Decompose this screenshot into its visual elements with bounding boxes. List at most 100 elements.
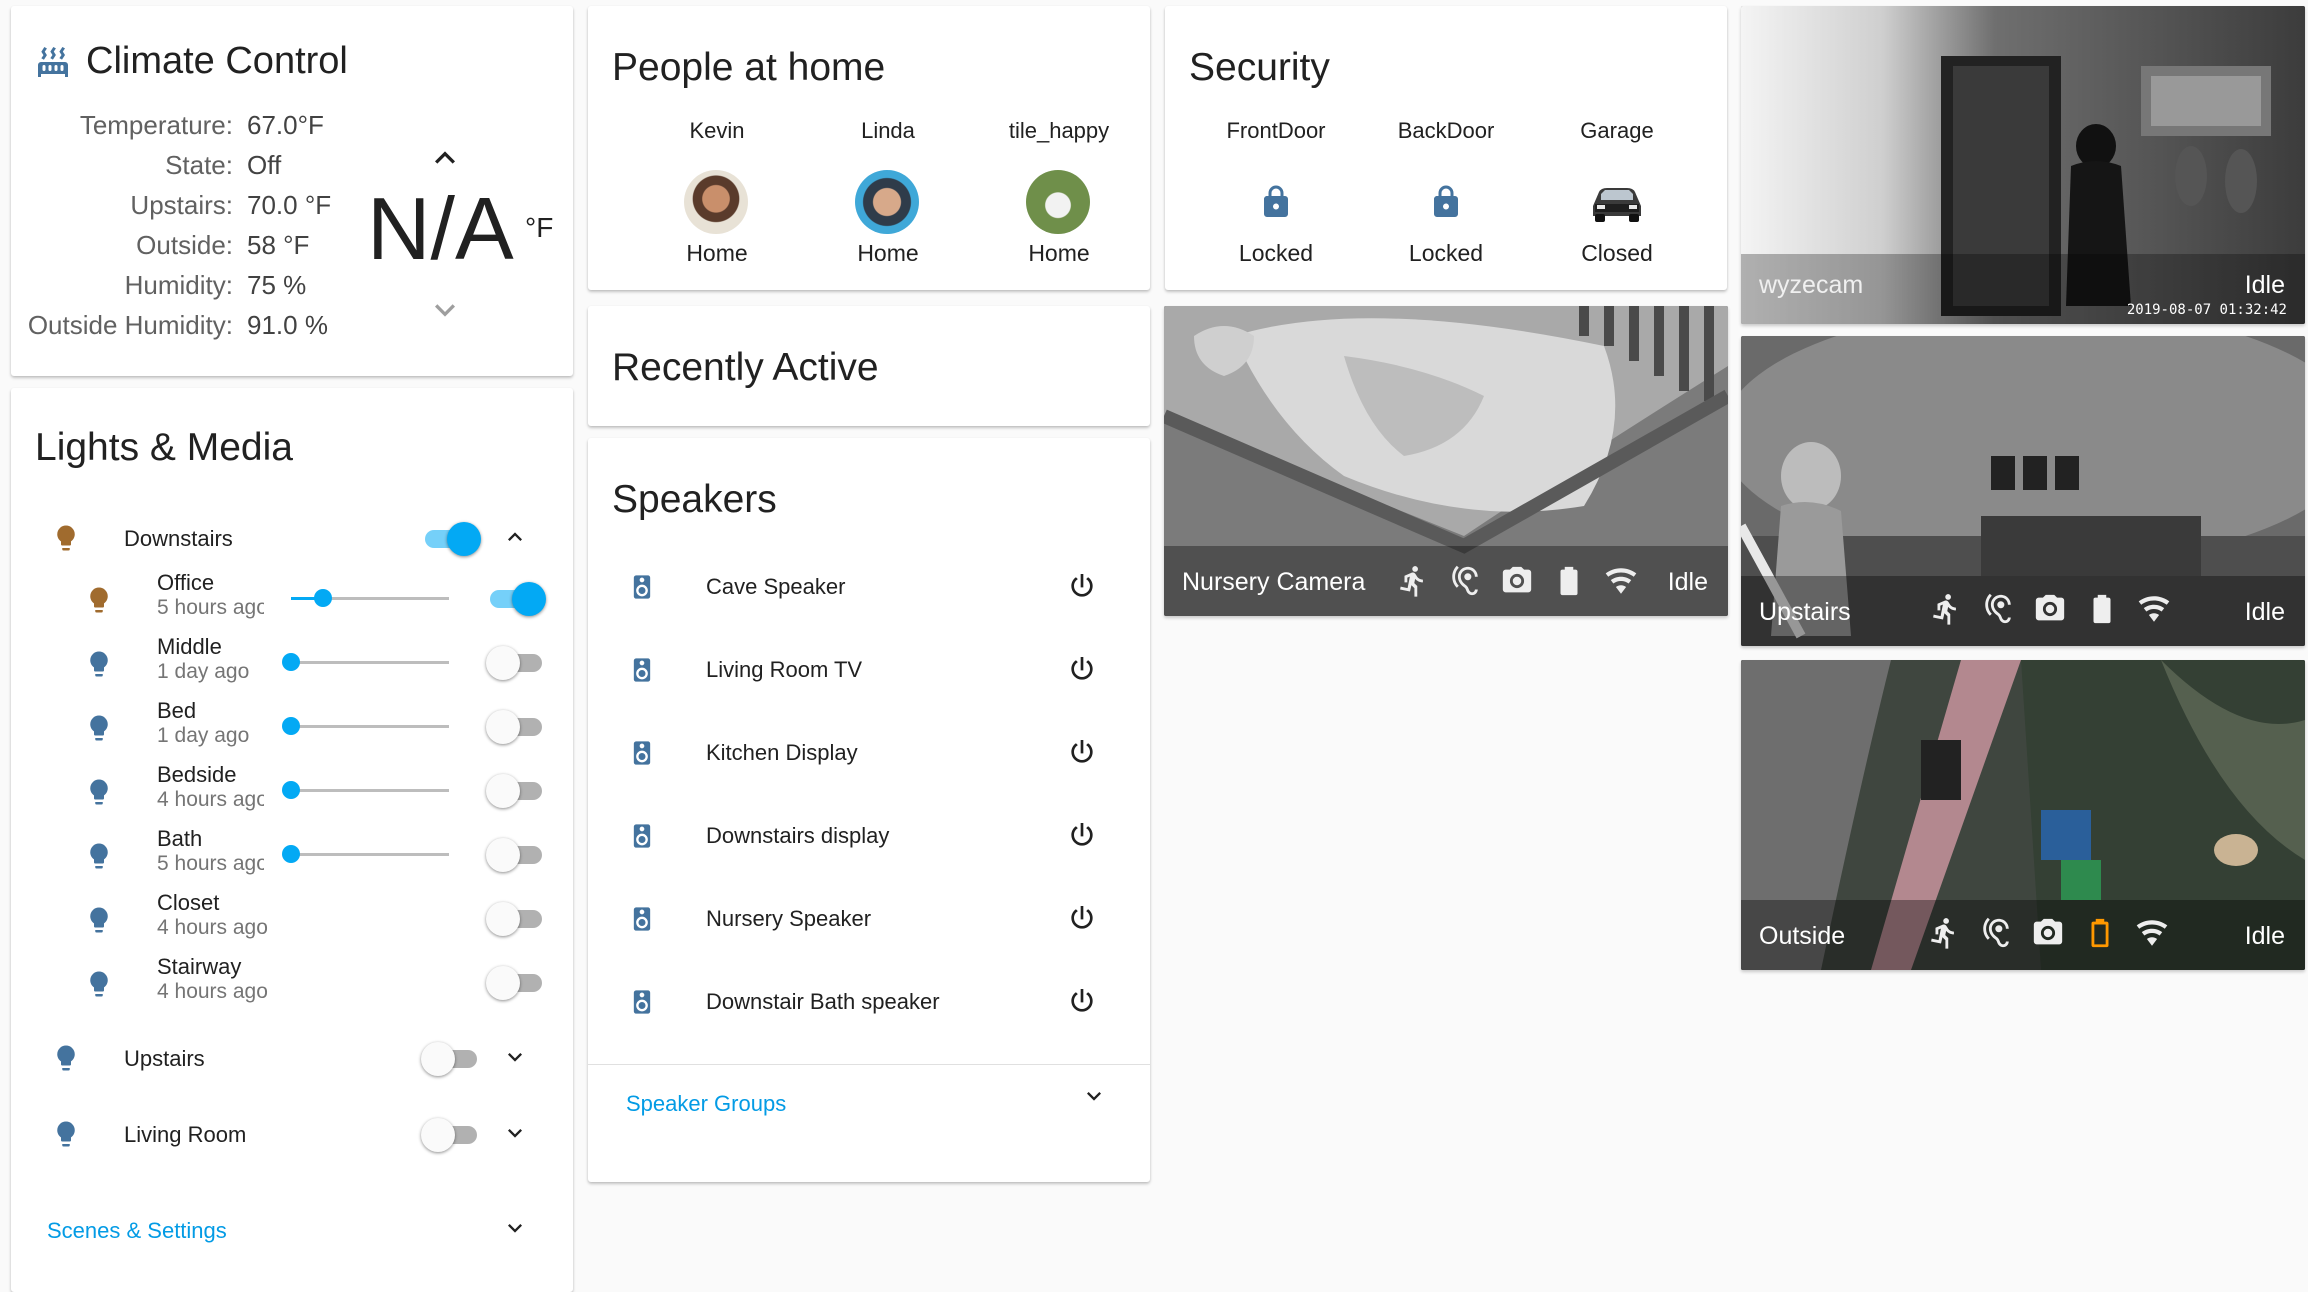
- garage-door[interactable]: Garage Closed: [1532, 118, 1702, 278]
- group-row-living-room[interactable]: Living Room: [11, 1102, 573, 1164]
- speaker-row[interactable]: Nursery Speaker: [588, 880, 1150, 963]
- power-icon[interactable]: [1066, 653, 1098, 685]
- camera-nursery[interactable]: Nursery Camera Idle: [1164, 306, 1728, 616]
- wifi-icon[interactable]: [2135, 916, 2169, 950]
- light-row-closet: Closet 4 hours ago: [11, 888, 573, 950]
- light-toggle-stairway[interactable]: [486, 962, 546, 1002]
- camera-upstairs[interactable]: Upstairs Idle: [1741, 336, 2305, 646]
- speaker-row[interactable]: Kitchen Display: [588, 714, 1150, 797]
- bulb-icon[interactable]: [84, 644, 114, 684]
- group-toggle-downstairs[interactable]: [421, 518, 481, 558]
- chevron-down-icon[interactable]: [425, 290, 465, 330]
- entity-name: Garage: [1580, 118, 1654, 143]
- power-icon[interactable]: [1066, 819, 1098, 851]
- brightness-knob[interactable]: [282, 717, 300, 735]
- speaker-groups-link[interactable]: Speaker Groups: [626, 1091, 786, 1117]
- brightness-knob[interactable]: [314, 589, 332, 607]
- light-name: Stairway: [157, 954, 242, 979]
- bulb-icon[interactable]: [84, 836, 114, 876]
- brightness-slider[interactable]: [291, 853, 449, 856]
- speaker-icon: [633, 658, 651, 682]
- camera-controls: [1396, 564, 1638, 598]
- camera-wyzecam[interactable]: wyzecam Idle 2019-08-07 01:32:42: [1741, 6, 2305, 324]
- avatar[interactable]: [684, 170, 748, 234]
- speaker-row[interactable]: Downstair Bath speaker: [588, 963, 1150, 1046]
- battery-icon[interactable]: [2085, 592, 2119, 626]
- bulb-icon[interactable]: [84, 772, 114, 812]
- light-name: Office: [157, 570, 215, 595]
- camera-name: wyzecam: [1759, 271, 1864, 299]
- brightness-slider[interactable]: [291, 789, 449, 792]
- wifi-icon[interactable]: [2137, 592, 2171, 626]
- sound-icon[interactable]: [1979, 916, 2013, 950]
- light-toggle-bedside[interactable]: [486, 770, 546, 810]
- speaker-row[interactable]: Downstairs display: [588, 797, 1150, 880]
- motion-icon[interactable]: [1396, 564, 1430, 598]
- bulb-icon[interactable]: [84, 900, 114, 940]
- light-toggle-bed[interactable]: [486, 706, 546, 746]
- chevron-down-icon[interactable]: [501, 1119, 529, 1147]
- wifi-icon[interactable]: [1604, 564, 1638, 598]
- camera-icon[interactable]: [1500, 564, 1534, 598]
- group-row-downstairs[interactable]: Downstairs: [11, 506, 573, 568]
- people-title: People at home: [612, 46, 886, 89]
- speaker-row[interactable]: Living Room TV: [588, 631, 1150, 714]
- person-tile-happy[interactable]: tile_happy Home: [974, 118, 1144, 278]
- lock-backdoor[interactable]: BackDoor Locked: [1361, 118, 1531, 278]
- light-toggle-closet[interactable]: [486, 898, 546, 938]
- camera-icon[interactable]: [2031, 916, 2065, 950]
- group-toggle-upstairs[interactable]: [421, 1038, 481, 1078]
- power-icon[interactable]: [1066, 902, 1098, 934]
- light-row-middle: Middle 1 day ago: [11, 632, 573, 694]
- car-icon[interactable]: [1587, 176, 1647, 226]
- chevron-down-icon[interactable]: [501, 1214, 529, 1242]
- lock-icon[interactable]: [1258, 180, 1294, 224]
- bulb-icon[interactable]: [84, 964, 114, 1004]
- brightness-knob[interactable]: [282, 653, 300, 671]
- lock-icon[interactable]: [1428, 180, 1464, 224]
- camera-outside[interactable]: Outside Idle: [1741, 660, 2305, 970]
- avatar[interactable]: [1026, 170, 1090, 234]
- light-toggle-middle[interactable]: [486, 642, 546, 682]
- brightness-knob[interactable]: [282, 845, 300, 863]
- bulb-icon: [57, 1121, 75, 1147]
- power-icon[interactable]: [1066, 985, 1098, 1017]
- chevron-up-icon[interactable]: [501, 523, 529, 551]
- group-toggle-living-room[interactable]: [421, 1114, 481, 1154]
- motion-icon[interactable]: [1929, 592, 1963, 626]
- sound-icon[interactable]: [1981, 592, 2015, 626]
- brightness-slider[interactable]: [291, 661, 449, 664]
- motion-icon[interactable]: [1927, 916, 1961, 950]
- camera-name: Upstairs: [1759, 598, 1851, 626]
- lights-title: Lights & Media: [35, 426, 293, 469]
- chevron-up-icon[interactable]: [425, 138, 465, 178]
- bulb-icon[interactable]: [84, 580, 114, 620]
- speaker-icon: [633, 741, 651, 765]
- scenes-settings-link[interactable]: Scenes & Settings: [47, 1218, 227, 1244]
- avatar[interactable]: [855, 170, 919, 234]
- entity-state: Closed: [1581, 240, 1653, 266]
- sound-icon[interactable]: [1448, 564, 1482, 598]
- group-label: Downstairs: [124, 526, 233, 551]
- camera-icon[interactable]: [2033, 592, 2067, 626]
- light-name: Bedside: [157, 762, 237, 787]
- light-last-changed: 4 hours ago: [157, 980, 268, 1003]
- chevron-down-icon[interactable]: [1080, 1082, 1108, 1110]
- battery-icon[interactable]: [1552, 564, 1586, 598]
- camera-state: Idle: [2244, 598, 2285, 626]
- bulb-icon[interactable]: [84, 708, 114, 748]
- group-row-upstairs[interactable]: Upstairs: [11, 1026, 573, 1088]
- power-icon[interactable]: [1066, 570, 1098, 602]
- chevron-down-icon[interactable]: [501, 1043, 529, 1071]
- person-linda[interactable]: Linda Home: [803, 118, 973, 278]
- light-toggle-office[interactable]: [486, 578, 546, 618]
- brightness-knob[interactable]: [282, 781, 300, 799]
- battery-low-icon[interactable]: [2083, 916, 2117, 950]
- speaker-row[interactable]: Cave Speaker: [588, 548, 1150, 631]
- power-icon[interactable]: [1066, 736, 1098, 768]
- light-toggle-bath[interactable]: [486, 834, 546, 874]
- person-kevin[interactable]: Kevin Home: [632, 118, 802, 278]
- lock-frontdoor[interactable]: FrontDoor Locked: [1191, 118, 1361, 278]
- brightness-slider[interactable]: [291, 725, 449, 728]
- speakers-title: Speakers: [612, 478, 777, 521]
